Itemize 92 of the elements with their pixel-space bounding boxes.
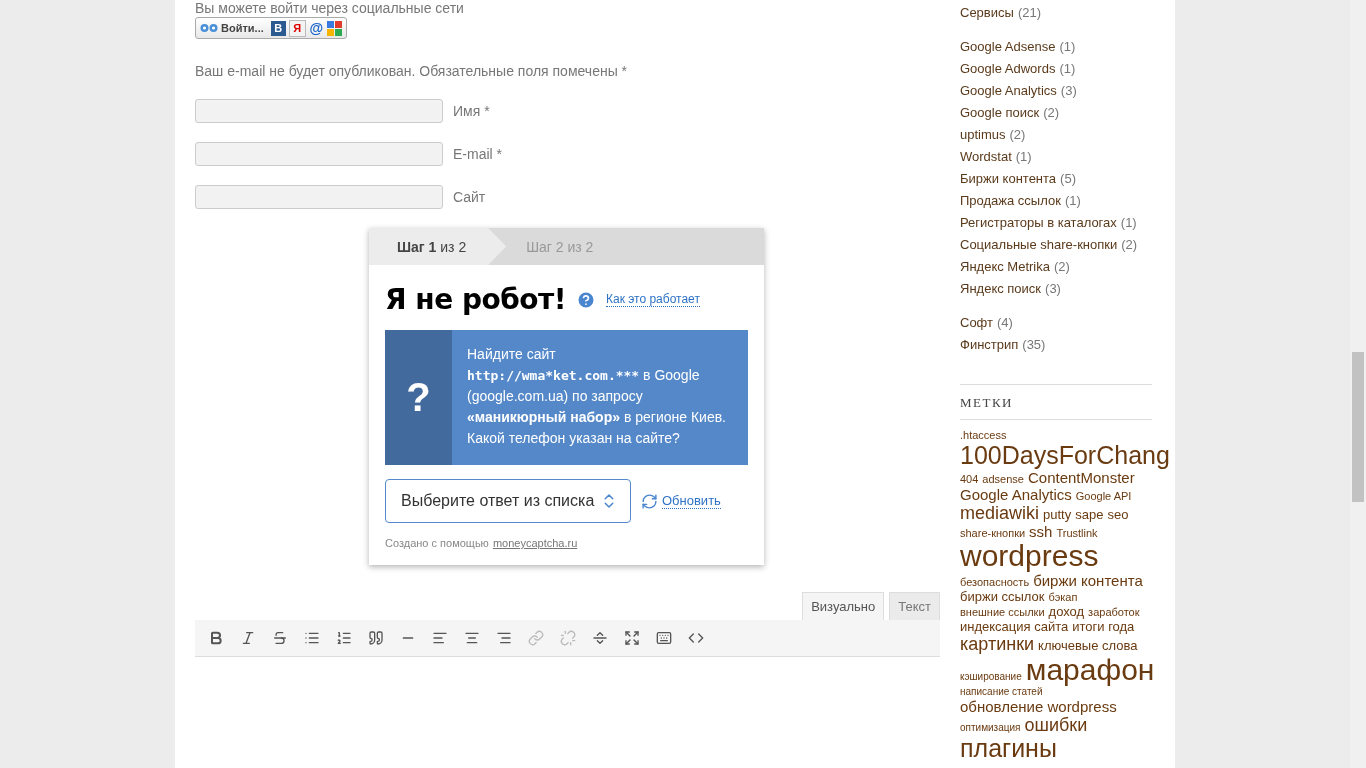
tag-link[interactable]: биржи контента [1033, 573, 1143, 588]
tag-link[interactable]: картинки [960, 635, 1035, 653]
field-label: Имя * [453, 103, 490, 119]
eyes-icon [200, 22, 218, 34]
tag-link[interactable]: доход [1048, 605, 1085, 618]
category-count: (1) [1120, 214, 1137, 232]
scrollbar[interactable] [1350, 0, 1366, 768]
refresh-icon [641, 492, 658, 510]
category-link[interactable]: Социальные share-кнопки [960, 234, 1118, 256]
tag-link[interactable]: заработок [1088, 607, 1140, 618]
category-count: (2) [1043, 104, 1060, 122]
field-label: E-mail * [453, 146, 502, 162]
category-count: (2) [1009, 126, 1026, 144]
category-link[interactable]: Продажа ссылок [960, 190, 1061, 212]
category-count: (2) [1053, 258, 1070, 276]
category-link[interactable]: Google Analytics [960, 80, 1057, 102]
category-link[interactable]: Биржи контента [960, 168, 1057, 190]
category-count: (5) [1060, 170, 1076, 188]
tag-link[interactable]: 404 [960, 474, 979, 485]
editor-tab[interactable]: Текст [889, 592, 940, 620]
captcha-title: Я не робот! [385, 283, 566, 316]
tag-link[interactable]: sape [1075, 508, 1104, 521]
category-link[interactable]: Регистраторы в каталогах [960, 212, 1117, 234]
category-link[interactable]: Google Adwords [960, 58, 1056, 80]
category-count: (4) [997, 314, 1013, 332]
required-fields-notice: Ваш e-mail не будет опубликован. Обязательные поля помечены * [195, 63, 629, 79]
tag-link[interactable]: mediawiki [960, 504, 1040, 522]
tag-link[interactable]: кэширование [960, 672, 1022, 682]
refresh-link[interactable]: Обновить [641, 492, 721, 510]
category-count: (21) [1017, 4, 1041, 22]
tag-link[interactable]: итоги года [1072, 620, 1135, 633]
category-link[interactable]: Wordstat [960, 146, 1012, 168]
credit-link[interactable]: moneycaptcha.ru [492, 537, 578, 549]
input-field[interactable] [195, 99, 443, 123]
tags-heading: МЕТКИ [960, 394, 1014, 412]
tag-link[interactable]: написание статей [960, 687, 1043, 697]
captcha-task: Найдите сайт http://wma*ket.com.*** в Google (google.com.ua) по запросу «маникюрный набор» в регионе Киев. Какой телефон указан на сайте? [466, 345, 727, 448]
category-link[interactable]: Google поиск [960, 102, 1040, 124]
tag-link[interactable]: оптимизация [960, 723, 1021, 733]
category-count: (1) [1059, 60, 1076, 78]
tag-link[interactable]: индексация сайта [960, 620, 1069, 633]
tag-link[interactable]: биржи ссылок [960, 590, 1045, 603]
social-login-bar[interactable]: Войти... В Я @ [195, 17, 347, 39]
tag-link[interactable]: ssh [1029, 524, 1053, 539]
category-count: (2) [1121, 236, 1138, 254]
credit-text: Создано с помощью [385, 537, 489, 549]
vk-login-icon[interactable]: В [270, 20, 286, 36]
tag-link[interactable]: share-кнопки [960, 528, 1026, 539]
category-count: (1) [1064, 192, 1081, 210]
tag-link[interactable]: обновление wordpress [960, 699, 1117, 714]
category-link[interactable]: Яндекс поиск [960, 278, 1042, 300]
input-field[interactable] [195, 142, 443, 166]
social-login-intro: Вы можете войти через социальные сети [195, 1, 465, 15]
mail-login-icon[interactable]: @ [308, 20, 324, 36]
category-count: (1) [1059, 38, 1076, 56]
tag-link[interactable]: putty [1043, 508, 1072, 521]
yandex-login-icon[interactable]: Я [288, 19, 306, 37]
category-link[interactable]: uptimus [960, 124, 1006, 146]
category-link[interactable]: Google Adsense [960, 36, 1056, 58]
category-count: (1) [1015, 148, 1032, 166]
tag-link[interactable]: Trustlink [1056, 528, 1098, 539]
tag-link[interactable]: Google Analytics [960, 487, 1072, 502]
how-it-works-link[interactable]: Как это работает [605, 292, 700, 307]
category-link[interactable]: Финстрип [960, 334, 1019, 356]
category-link[interactable]: Софт [960, 312, 993, 334]
tag-link[interactable]: внешние ссылки [960, 607, 1045, 618]
tag-link[interactable]: ошибки [1024, 716, 1088, 734]
step-tab[interactable]: Шаг 1 из 2 [369, 228, 507, 265]
category-count: (3) [1045, 280, 1061, 298]
help-icon [575, 289, 596, 310]
tag-link[interactable]: wordpress [960, 541, 1099, 571]
tag-link[interactable]: 100DaysForChang [960, 443, 1170, 468]
category-count: (3) [1060, 82, 1077, 100]
question-mark: ? [385, 330, 452, 465]
tag-link[interactable]: бэкап [1048, 592, 1078, 603]
tag-link[interactable]: seo [1107, 508, 1129, 521]
editor-tab[interactable]: Визуально [802, 592, 885, 620]
tag-link[interactable]: .htaccess [960, 430, 1007, 441]
category-link[interactable]: Сервисы [960, 2, 1014, 24]
category-count: (35) [1022, 336, 1046, 354]
tag-link[interactable]: ContentMonster [1027, 470, 1135, 485]
category-link[interactable]: Яндекс Metrika [960, 256, 1050, 278]
tag-link[interactable]: плагины [960, 736, 1057, 761]
tag-link[interactable]: ключевые слова [1038, 639, 1138, 652]
field-label: Сайт [453, 189, 486, 205]
answer-select[interactable]: Выберите ответ из списка [385, 479, 631, 523]
tag-link[interactable]: adsense [982, 474, 1024, 485]
input-field[interactable] [195, 185, 443, 209]
google-icon[interactable] [326, 20, 342, 36]
login-label: Войти... [221, 22, 264, 34]
tag-link[interactable]: безопасность [960, 577, 1030, 588]
tag-link[interactable]: Google API [1075, 491, 1132, 502]
